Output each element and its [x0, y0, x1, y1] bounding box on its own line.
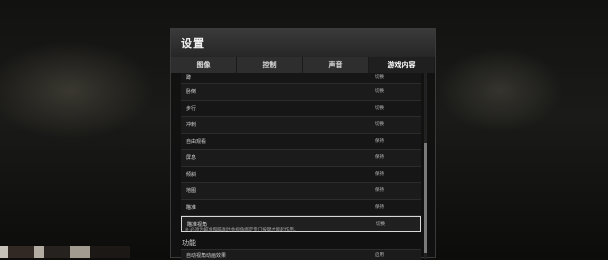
settings-row-prone[interactable]: 卧倒 切换	[181, 84, 421, 101]
dialog-titlebar: 设置	[171, 29, 435, 58]
row-value: 保持	[375, 138, 384, 144]
settings-scrollbar[interactable]	[424, 73, 427, 259]
tab-game-content[interactable]: 游戏内容	[369, 57, 435, 73]
settings-note: ※ 必须为瞄准和瞄准时会视角绑定专门按键才能起作用。	[185, 228, 299, 233]
row-label: 自由观看	[186, 138, 207, 145]
background-thumbnail-strip	[0, 246, 130, 258]
row-label: 地图	[186, 188, 197, 194]
row-label: 步行	[186, 105, 197, 112]
tab-graphics[interactable]: 图像	[171, 57, 237, 73]
settings-row-sprint[interactable]: 冲刺 切换	[181, 117, 421, 134]
settings-row-lean[interactable]: 倾斜 保持	[181, 166, 421, 183]
scrollbar-thumb[interactable]	[424, 143, 427, 253]
row-value: 保持	[375, 204, 384, 210]
row-value: 保持	[375, 188, 384, 193]
row-value: 保持	[375, 155, 384, 160]
settings-row-crouch[interactable]: 蹲 切换	[181, 73, 421, 84]
settings-row-walk[interactable]: 步行 切换	[181, 100, 421, 117]
row-label: 屏息	[186, 155, 197, 161]
settings-row-hold-breath[interactable]: 屏息 保持	[181, 150, 421, 167]
row-label: 倾斜	[186, 171, 197, 178]
row-label: 冲刺	[186, 122, 197, 128]
settings-tabs: 图像 控制 声音 游戏内容	[171, 57, 435, 73]
settings-row-auto-view-animation[interactable]: 自动视角动画效果 启用	[181, 249, 421, 260]
settings-row-aim[interactable]: 瞄准 保持	[181, 199, 421, 216]
section-header-features: 功能	[182, 239, 196, 247]
row-value: 切换	[376, 222, 385, 227]
settings-row-map[interactable]: 地图 保持	[181, 183, 421, 200]
row-label: 蹲	[186, 75, 192, 81]
row-value: 启用	[375, 253, 384, 258]
row-value: 切换	[375, 105, 384, 111]
tab-controls[interactable]: 控制	[237, 57, 303, 73]
row-label: 卧倒	[186, 89, 197, 95]
row-value: 切换	[375, 122, 384, 127]
row-value: 切换	[375, 75, 384, 80]
row-value: 切换	[375, 89, 384, 94]
settings-list: 蹲 切换 卧倒 切换 步行 切换 冲刺 切换 自由观看 保持 屏息 保持 倾斜 …	[181, 73, 421, 232]
row-value: 保持	[375, 171, 384, 177]
row-label: 瞄准	[186, 204, 197, 211]
settings-dialog: 设置 图像 控制 声音 游戏内容 蹲 切换 卧倒 切换 步行 切换 冲刺 切换 …	[170, 28, 436, 260]
tab-sound[interactable]: 声音	[303, 57, 369, 73]
dialog-title: 设置	[181, 37, 205, 50]
settings-row-free-look[interactable]: 自由观看 保持	[181, 133, 421, 150]
